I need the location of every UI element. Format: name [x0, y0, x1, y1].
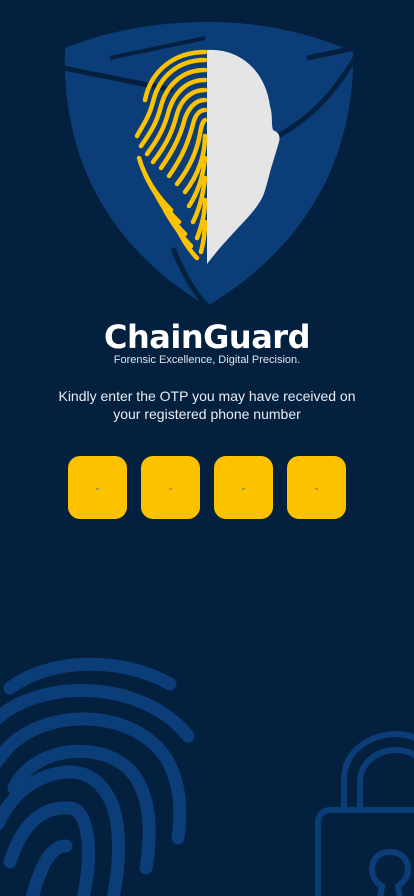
otp-digit-4[interactable] — [287, 456, 346, 519]
shield-fingerprint-face-icon — [62, 22, 358, 308]
app-tagline: Forensic Excellence, Digital Precision. — [113, 354, 301, 366]
otp-digit-1[interactable] — [68, 456, 127, 519]
padlock-icon — [315, 730, 414, 896]
otp-screen: ChainGuard Forensic Excellence, Digital … — [0, 0, 414, 896]
otp-digit-2[interactable] — [141, 456, 200, 519]
otp-instruction: Kindly enter the OTP you may have receiv… — [58, 388, 356, 422]
otp-digit-3[interactable] — [214, 456, 273, 519]
app-title: ChainGuard — [104, 318, 310, 356]
fingerprint-icon — [0, 657, 195, 896]
otp-input-group — [68, 456, 346, 519]
